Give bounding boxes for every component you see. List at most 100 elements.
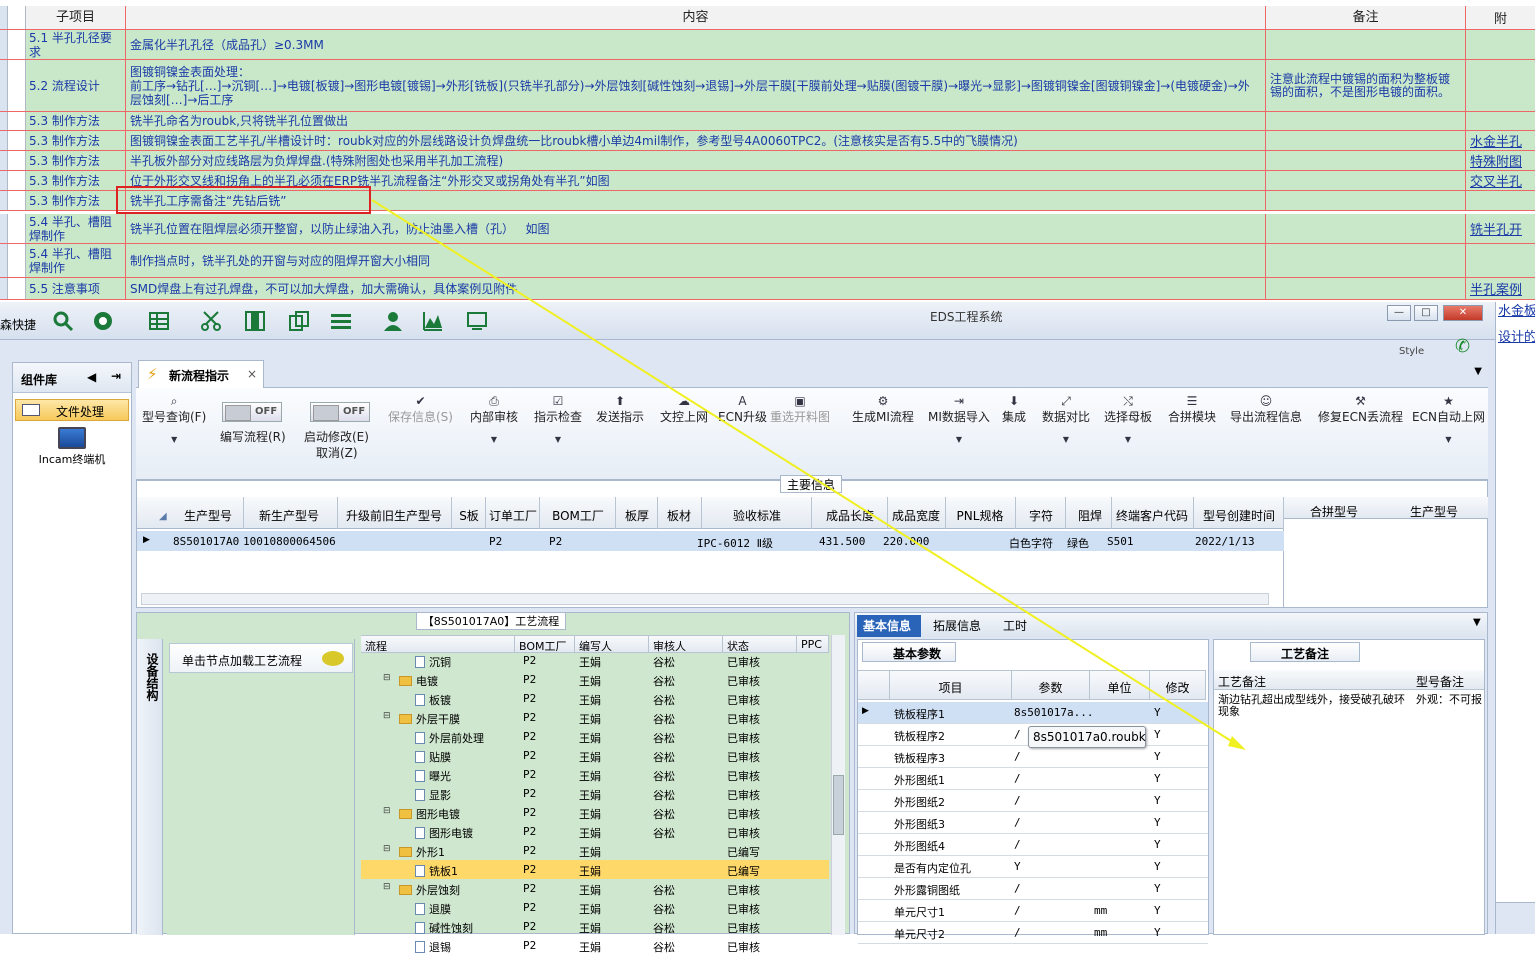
flow-row[interactable]: 曝光 P2 王娟 谷松 已审核 bbox=[361, 765, 829, 784]
vertical-scrollbar[interactable] bbox=[831, 635, 845, 935]
attachment-link[interactable]: 水金板半 bbox=[1498, 300, 1535, 319]
collapse-left-icon[interactable]: ◀ bbox=[87, 370, 96, 384]
sheet-row[interactable]: 5.1 半孔孔径要求 金属化半孔孔径（成品孔）≥0.3MM bbox=[0, 30, 1535, 60]
flow-row[interactable]: 退锡 P2 王娟 谷松 已审核 bbox=[361, 936, 829, 955]
main-info-cell: 8S501017A0 bbox=[173, 535, 240, 548]
sheet-row[interactable]: 5.3 制作方法 半孔板外部分对应线路层为负焊焊盘.(特殊附图处也采用半孔加工流程… bbox=[0, 151, 1535, 171]
sheet-row[interactable]: 5.5 注意事项 SMD焊盘上有过孔焊盘，不可以加大焊盘，加大需确认，具体案例见附… bbox=[0, 278, 1535, 300]
param-row[interactable]: 外形露铜图纸 / Y bbox=[858, 878, 1208, 900]
tab-close-button[interactable]: × bbox=[247, 367, 257, 381]
flow-row[interactable]: ⊟ 图形电镀 P2 王娟 谷松 已审核 bbox=[361, 803, 829, 822]
table-icon[interactable] bbox=[148, 310, 170, 332]
tab-work-hours[interactable]: 工时 bbox=[1003, 617, 1027, 634]
copy-icon[interactable] bbox=[288, 310, 310, 332]
incam-terminal[interactable]: Incam终端机 bbox=[13, 427, 131, 467]
flow-row[interactable]: ⊟ 电镀 P2 王娟 谷松 已审核 bbox=[361, 670, 829, 689]
list-icon[interactable] bbox=[330, 310, 352, 332]
flow-row[interactable]: 显影 P2 王娟 谷松 已审核 bbox=[361, 784, 829, 803]
main-info-row[interactable]: ▶ 8S501017A0 10010800064506 P2 P2 IPC-6012 Ⅱ… bbox=[137, 531, 1284, 551]
scissors-icon[interactable] bbox=[200, 310, 222, 332]
model-query-button[interactable]: ⌕ 型号查询(F) ▼ bbox=[142, 394, 206, 449]
film-icon[interactable] bbox=[244, 310, 266, 332]
sheet-row[interactable]: 5.2 流程设计 图镀铜镍金表面处理： 前工序→钻孔[…]→沉铜[…]→电镀[板镀… bbox=[0, 60, 1535, 112]
ribbon-button[interactable]: ☺ 导出流程信息 bbox=[1230, 394, 1302, 425]
tab-menu-icon[interactable]: ▼ bbox=[1474, 366, 1482, 377]
minimize-button[interactable]: — bbox=[1387, 305, 1411, 321]
ribbon-button[interactable]: A ECN升级 bbox=[718, 394, 767, 425]
tab-new-flow[interactable]: ⚡ 新流程指示 × bbox=[138, 360, 264, 388]
phone-icon[interactable]: ✆ bbox=[1455, 336, 1470, 357]
flow-row[interactable]: 外层前处理 P2 王娟 谷松 已审核 bbox=[361, 727, 829, 746]
maximize-button[interactable]: □ bbox=[1414, 305, 1438, 321]
basic-params-tab[interactable]: 基本参数 bbox=[862, 642, 956, 662]
edit-flow-toggle[interactable]: OFF bbox=[222, 402, 282, 422]
param-row[interactable]: 外形图纸1 / Y bbox=[858, 768, 1208, 790]
sheet-row[interactable]: 5.4 半孔、槽阻焊制作 制作挡点时，铣半孔处的开窗与对应的阻焊开窗大小相同 bbox=[0, 244, 1535, 278]
param-row[interactable]: ▶ 铣板程序1 8s501017a... Y bbox=[858, 702, 1208, 724]
ribbon-button[interactable]: ⎙ 内部审核 ▼ bbox=[470, 394, 518, 449]
save-info-button[interactable]: ✔ 保存信息(S) bbox=[388, 394, 453, 425]
param-row[interactable]: 单元尺寸1 / mm Y bbox=[858, 900, 1208, 922]
flow-row[interactable]: 图形电镀 P2 王娟 谷松 已审核 bbox=[361, 822, 829, 841]
process-notes-tab[interactable]: 工艺备注 bbox=[1250, 642, 1360, 662]
flow-row[interactable]: ⊟ 外层干膜 P2 王娟 谷松 已审核 bbox=[361, 708, 829, 727]
ribbon-button[interactable]: ☰ 合拼模块 bbox=[1168, 394, 1216, 425]
param-row[interactable]: 外形图纸4 / Y bbox=[858, 834, 1208, 856]
flow-row[interactable]: ⊟ 外层蚀刻 P2 王娟 谷松 已审核 bbox=[361, 879, 829, 898]
flow-row[interactable]: 碱性蚀刻 P2 王娟 谷松 已审核 bbox=[361, 917, 829, 936]
flow-row[interactable]: 板镀 P2 王娟 谷松 已审核 bbox=[361, 689, 829, 708]
flow-row[interactable]: 退膜 P2 王娟 谷松 已审核 bbox=[361, 898, 829, 917]
model-note-text[interactable]: 外观：不可报废板一 bbox=[1416, 694, 1482, 706]
monitor-icon[interactable] bbox=[466, 310, 488, 332]
flow-status: 已编写 bbox=[727, 846, 760, 859]
ribbon-button[interactable]: ☁ 文控上网 bbox=[660, 394, 708, 425]
flow-row[interactable]: ⊟ 外形1 P2 王娟 已编写 bbox=[361, 841, 829, 860]
ribbon-button[interactable]: ⚙ 生成MI流程 bbox=[852, 394, 914, 425]
flow-row[interactable]: 铣板1 P2 王娟 已编写 bbox=[361, 860, 829, 879]
collapse-icon[interactable]: ⊟ bbox=[383, 711, 391, 721]
flow-row[interactable]: 贴膜 P2 王娟 谷松 已审核 bbox=[361, 746, 829, 765]
ribbon-button[interactable]: ☑ 指示检查 ▼ bbox=[534, 394, 582, 449]
user-icon[interactable] bbox=[382, 310, 404, 332]
cancel-label[interactable]: 取消(Z) bbox=[316, 444, 358, 461]
param-row[interactable]: 外形图纸3 / Y bbox=[858, 812, 1208, 834]
dropdown-arrow-icon: ▼ bbox=[171, 435, 178, 444]
ribbon-button[interactable]: ▣ 重选开料图 bbox=[770, 394, 830, 425]
collapse-icon[interactable]: ⊟ bbox=[383, 806, 391, 816]
param-row[interactable]: 铣板程序3 / Y bbox=[858, 746, 1208, 768]
collapse-icon[interactable]: ⊟ bbox=[383, 673, 391, 683]
pin-icon[interactable]: ⇥ bbox=[111, 369, 121, 383]
start-edit-toggle[interactable]: OFF bbox=[310, 402, 370, 422]
ribbon-button[interactable]: ⤭ 选择母板 ▼ bbox=[1104, 394, 1152, 449]
equipment-structure-tab[interactable]: 设备结构 bbox=[137, 639, 163, 935]
collapse-icon[interactable]: ⊟ bbox=[383, 882, 391, 892]
tab-extended-info[interactable]: 拓展信息 bbox=[933, 617, 981, 634]
process-note-text[interactable]: 渐边钻孔超出成型线外，接受破孔破环现象 bbox=[1218, 694, 1410, 718]
attachment-link[interactable]: 设计的 bbox=[1498, 326, 1535, 345]
flow-row[interactable]: 沉铜 P2 王娟 谷松 已审核 bbox=[361, 651, 829, 670]
ribbon-button[interactable]: ⚒ 修复ECN丢流程 bbox=[1318, 394, 1403, 425]
ribbon-button[interactable]: ⬇ 集成 bbox=[1002, 394, 1026, 425]
param-row[interactable]: 是否有内定位孔 Y Y bbox=[858, 856, 1208, 878]
ribbon-button[interactable]: ⬆ 发送指示 bbox=[596, 394, 644, 425]
collapse-icon[interactable]: ⊟ bbox=[383, 844, 391, 854]
globe-icon[interactable] bbox=[92, 310, 114, 332]
chart-icon[interactable] bbox=[422, 310, 444, 332]
flow-node: 板镀 bbox=[415, 692, 451, 708]
search-icon[interactable] bbox=[52, 310, 74, 332]
ribbon-button[interactable]: ★ ECN自动上网 ▼ bbox=[1412, 394, 1485, 449]
sheet-row[interactable]: 5.4 半孔、槽阻焊制作 铣半孔位置在阻焊层必须开整窗，以防止绿油入孔，防止油墨入… bbox=[0, 214, 1535, 244]
tab-basic-info[interactable]: 基本信息 bbox=[857, 615, 921, 637]
load-flow-button[interactable]: 单击节点加载工艺流程 bbox=[169, 643, 353, 673]
ribbon-button[interactable]: ⤢ 数据对比 ▼ bbox=[1042, 394, 1090, 449]
file-processing-item[interactable]: 文件处理 bbox=[15, 399, 129, 421]
sheet-row[interactable]: 5.3 制作方法 图镀铜镍金表面工艺半孔/半槽设计时：roubk对应的外层线路设计… bbox=[0, 131, 1535, 151]
param-row[interactable]: 单元尺寸2 / mm Y bbox=[858, 922, 1208, 944]
param-row[interactable]: 外形图纸2 / Y bbox=[858, 790, 1208, 812]
style-menu[interactable]: Style bbox=[1399, 346, 1424, 357]
sheet-row[interactable]: 5.3 制作方法 铣半孔命名为roubk,只将铣半孔位置做出 bbox=[0, 112, 1535, 131]
tabs-menu-icon[interactable]: ▼ bbox=[1473, 617, 1481, 628]
ribbon-button[interactable]: ⇥ MI数据导入 ▼ bbox=[928, 394, 990, 449]
close-button[interactable]: ✕ bbox=[1443, 305, 1483, 321]
horizontal-scrollbar[interactable] bbox=[141, 593, 1269, 605]
